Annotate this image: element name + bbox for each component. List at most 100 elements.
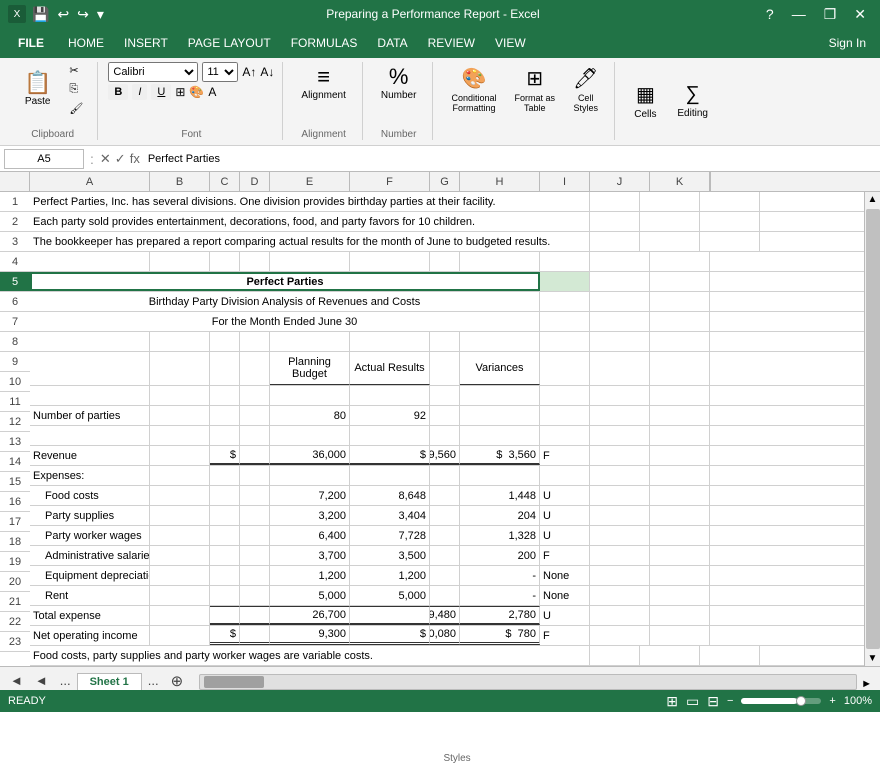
row-header-10[interactable]: 10 [0, 372, 30, 392]
horizontal-scrollbar[interactable] [199, 674, 857, 690]
cell-7J[interactable] [590, 312, 650, 331]
col-header-H[interactable]: H [460, 172, 540, 191]
scroll-up-btn[interactable]: ▲ [866, 192, 880, 207]
cell-5J[interactable] [590, 272, 650, 291]
view-menu[interactable]: VIEW [485, 32, 536, 54]
cell-11B[interactable] [150, 406, 210, 425]
cell-20H[interactable]: - [460, 586, 540, 605]
cell-18H[interactable]: 200 [460, 546, 540, 565]
cell-18K[interactable] [650, 546, 710, 565]
cell-14D[interactable] [240, 466, 270, 485]
redo-btn[interactable]: ↪ [75, 4, 91, 25]
cell-10D[interactable] [240, 386, 270, 405]
paste-btn[interactable]: 📋 Paste [16, 68, 59, 111]
cell-11K[interactable] [650, 406, 710, 425]
row-header-4[interactable]: 4 [0, 252, 30, 272]
cell-18A[interactable]: Administrative salaries [30, 546, 150, 565]
cell-9A[interactable] [30, 352, 150, 385]
cell-8H[interactable] [460, 332, 540, 351]
cell-15H[interactable]: 1,448 [460, 486, 540, 505]
col-header-G[interactable]: G [430, 172, 460, 191]
italic-btn[interactable]: I [132, 84, 147, 100]
confirm-formula-icon[interactable]: ✓ [115, 151, 126, 167]
cell-11I[interactable] [540, 406, 590, 425]
cell-18J[interactable] [590, 546, 650, 565]
cell-10E[interactable] [270, 386, 350, 405]
cell-19A[interactable]: Equipment depreciation [30, 566, 150, 585]
cell-20D[interactable] [240, 586, 270, 605]
cell-20K[interactable] [650, 586, 710, 605]
col-header-K[interactable]: K [650, 172, 710, 191]
tab-nav-first[interactable]: ◄ [4, 671, 29, 690]
cell-10J[interactable] [590, 386, 650, 405]
row-header-12[interactable]: 12 [0, 412, 30, 432]
cell-2I[interactable] [590, 212, 640, 231]
cell-10G[interactable] [430, 386, 460, 405]
cell-11E[interactable]: 80 [270, 406, 350, 425]
more-btn[interactable]: ▾ [95, 4, 106, 25]
cell-17B[interactable] [150, 526, 210, 545]
col-header-A[interactable]: A [30, 172, 150, 191]
cell-10I[interactable] [540, 386, 590, 405]
format-painter-btn[interactable]: 🖌 [63, 100, 89, 117]
cell-14B[interactable] [150, 466, 210, 485]
cell-15E[interactable]: 7,200 [270, 486, 350, 505]
cell-16B[interactable] [150, 506, 210, 525]
cell-20E[interactable]: 5,000 [270, 586, 350, 605]
scroll-down-btn[interactable]: ▼ [866, 651, 880, 666]
page-break-icon[interactable]: ⊟ [707, 693, 719, 710]
cell-16G[interactable] [430, 506, 460, 525]
cell-3J[interactable] [640, 232, 700, 251]
h-scroll-thumb[interactable] [204, 676, 264, 688]
cell-22G[interactable]: 10,080 [430, 626, 460, 645]
cell-22I[interactable]: F [540, 626, 590, 645]
cell-9C[interactable] [210, 352, 240, 385]
cell-4H[interactable] [460, 252, 540, 271]
cell-13K[interactable] [650, 446, 710, 465]
cell-11G[interactable] [430, 406, 460, 425]
cell-19H[interactable]: - [460, 566, 540, 585]
title-bar-controls[interactable]: ? — ❐ ✕ [760, 4, 872, 25]
alignment-btn[interactable]: ≡ Alignment [293, 62, 353, 105]
help-btn[interactable]: ? [760, 4, 780, 24]
cell-13F[interactable]: $ [350, 446, 430, 465]
grid-view-icon[interactable]: ⊞ [666, 693, 678, 710]
cell-19K[interactable] [650, 566, 710, 585]
cell-16C[interactable] [210, 506, 240, 525]
row-header-17[interactable]: 17 [0, 512, 30, 532]
cell-10K[interactable] [650, 386, 710, 405]
cell-9G[interactable] [430, 352, 460, 385]
row-header-18[interactable]: 18 [0, 532, 30, 552]
sign-in[interactable]: Sign In [819, 32, 876, 54]
cell-21D[interactable] [240, 606, 270, 625]
cell-14F[interactable] [350, 466, 430, 485]
cell-15G[interactable] [430, 486, 460, 505]
cell-5I[interactable] [540, 272, 590, 291]
cell-12I[interactable] [540, 426, 590, 445]
decrease-font-btn[interactable]: A↓ [260, 65, 274, 79]
cell-21E[interactable]: 26,700 [270, 606, 350, 625]
cell-12G[interactable] [430, 426, 460, 445]
cell-8G[interactable] [430, 332, 460, 351]
cell-14G[interactable] [430, 466, 460, 485]
name-box[interactable] [4, 149, 84, 169]
cell-17I[interactable]: U [540, 526, 590, 545]
cell-8A[interactable] [30, 332, 150, 351]
cell-21K[interactable] [650, 606, 710, 625]
cell-23A[interactable]: Food costs, party supplies and party wor… [30, 646, 590, 665]
restore-btn[interactable]: ❐ [818, 4, 843, 25]
row-header-5[interactable]: 5 [0, 272, 30, 292]
cell-9K[interactable] [650, 352, 710, 385]
cell-15F[interactable]: 8,648 [350, 486, 430, 505]
cell-3K[interactable] [700, 232, 760, 251]
tab-nav-more2[interactable]: ... [142, 671, 165, 690]
cell-8J[interactable] [590, 332, 650, 351]
page-layout-icon[interactable]: ▭ [686, 693, 699, 710]
data-menu[interactable]: DATA [367, 32, 417, 54]
cell-21J[interactable] [590, 606, 650, 625]
cell-5K[interactable] [650, 272, 710, 291]
undo-btn[interactable]: ↩ [55, 4, 71, 25]
cells-btn[interactable]: ▦ Cells [625, 78, 665, 124]
cell-11C[interactable] [210, 406, 240, 425]
cell-1A[interactable]: Perfect Parties, Inc. has several divisi… [30, 192, 590, 211]
